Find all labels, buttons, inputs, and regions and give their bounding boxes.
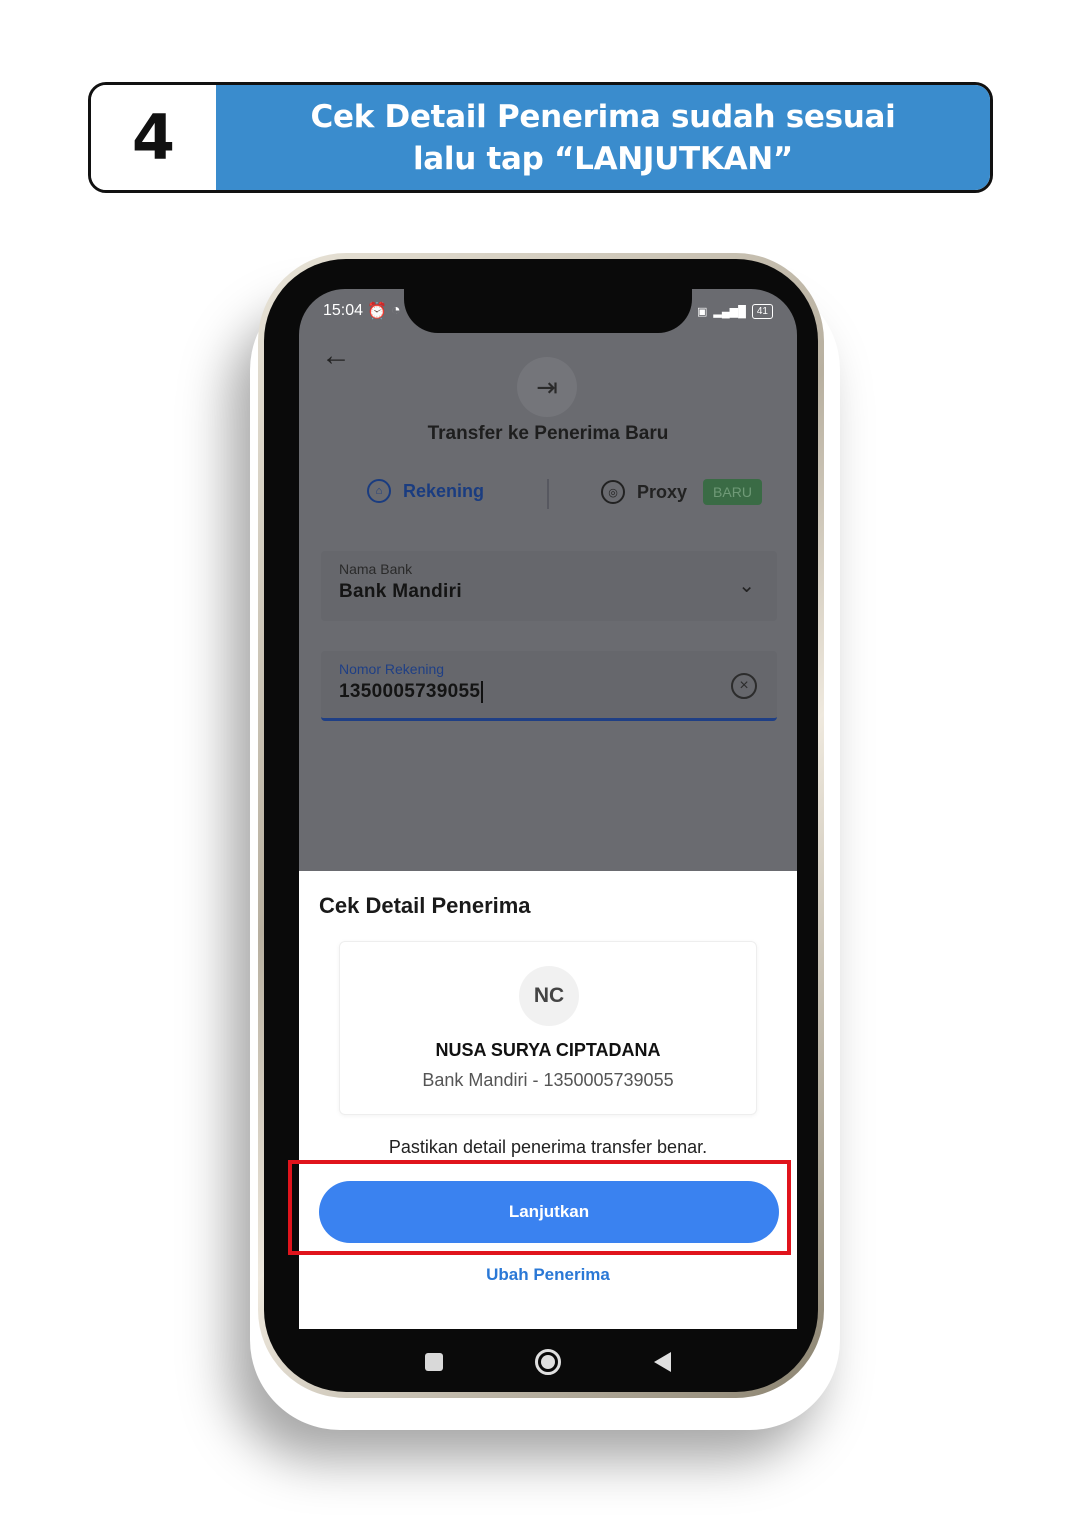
page-title: Transfer ke Penerima Baru <box>427 423 669 444</box>
tab-divider <box>547 479 549 509</box>
tab-proxy[interactable]: ◎ Proxy BARU <box>601 479 762 505</box>
chevron-down-icon: ⌄ <box>738 575 755 597</box>
status-time: 15:04 <box>323 302 364 319</box>
volte-icon: ▣ <box>696 305 708 318</box>
recipient-name: NUSA SURYA CIPTADANA <box>435 1040 661 1060</box>
step-instruction-line-2: lalu tap “LANJUTKAN” <box>412 140 793 177</box>
account-number-label: Nomor Rekening <box>339 661 445 677</box>
signal-icon: ▂▄▆█ <box>713 305 746 318</box>
transfer-type-tabs: ⌂ Rekening ◎ Proxy BARU <box>299 479 797 515</box>
bank-account-icon: ⌂ <box>367 479 391 503</box>
tab-proxy-label: Proxy <box>637 481 688 502</box>
new-badge: BARU <box>703 479 762 505</box>
sheet-title: Cek Detail Penerima <box>319 893 531 918</box>
recipient-detail-sheet: Cek Detail Penerima NC NUSA SURYA CIPTAD… <box>299 871 797 1329</box>
transfer-icon: ⇥ <box>517 357 577 417</box>
recipient-bank-account: Bank Mandiri - 1350005739055 <box>422 1070 674 1090</box>
battery-icon: 41 <box>751 303 773 319</box>
bank-name-label: Nama Bank <box>339 561 413 577</box>
home-icon[interactable] <box>535 1349 562 1375</box>
proxy-icon: ◎ <box>601 480 625 504</box>
android-nav-bar <box>299 1329 797 1392</box>
account-number-value: 1350005739055 <box>339 681 481 703</box>
clear-icon[interactable]: × <box>731 673 757 699</box>
step-instruction-banner: 4 Cek Detail Penerima sudah sesuai lalu … <box>88 82 993 193</box>
highlight-box <box>288 1160 791 1255</box>
change-recipient-button[interactable]: Ubah Penerima <box>299 1265 797 1285</box>
confirmation-text: Pastikan detail penerima transfer benar. <box>388 1137 708 1157</box>
step-number: 4 <box>91 85 216 190</box>
status-bar: 15:04 ⏰ ◔ ▣ ▂▄▆█ 41 <box>323 299 773 323</box>
whatsapp-icon: ◔ <box>390 302 401 319</box>
text-cursor <box>481 681 484 703</box>
account-number-field[interactable]: Nomor Rekening 1350005739055 × <box>321 651 777 721</box>
recipient-card: NC NUSA SURYA CIPTADANA Bank Mandiri - 1… <box>339 941 757 1115</box>
step-instruction-text: Cek Detail Penerima sudah sesuai lalu ta… <box>216 85 990 190</box>
bank-name-select[interactable]: Nama Bank Bank Mandiri ⌄ <box>321 551 777 621</box>
avatar: NC <box>519 966 579 1026</box>
tab-rekening-label: Rekening <box>403 480 485 501</box>
back-arrow-icon[interactable]: ← <box>321 339 351 373</box>
alarm-icon: ⏰ <box>367 303 387 320</box>
recent-apps-icon[interactable] <box>425 1353 444 1371</box>
tab-rekening[interactable]: ⌂ Rekening <box>367 479 484 503</box>
bank-name-value: Bank Mandiri <box>339 581 462 602</box>
step-instruction-line-1: Cek Detail Penerima sudah sesuai <box>310 98 896 135</box>
back-triangle-icon[interactable] <box>653 1352 671 1372</box>
